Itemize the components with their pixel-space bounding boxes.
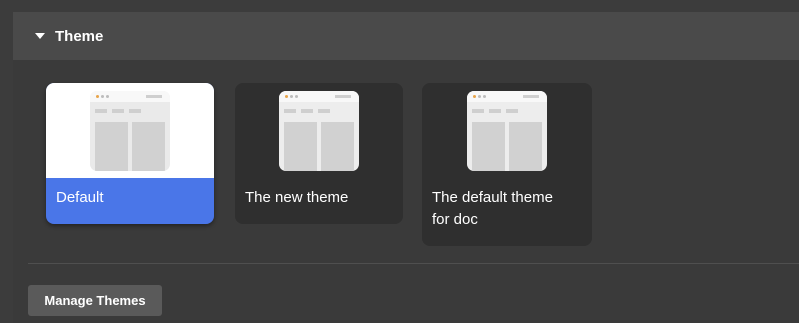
manage-themes-button[interactable]: Manage Themes [28,285,162,316]
theme-preview [235,83,403,178]
divider [28,263,799,264]
theme-name: The default theme for doc [432,189,553,228]
theme-preview [46,83,214,178]
theme-name: Default [56,189,104,206]
theme-name: The new theme [245,189,349,206]
section-title: Theme [55,27,104,45]
theme-card-default[interactable]: Default [46,83,214,224]
theme-section-header[interactable]: Theme [13,12,799,60]
window-thumbnail-icon [90,90,170,171]
theme-preview [422,83,592,178]
window-thumbnail-icon [467,90,547,171]
caret-down-icon[interactable] [35,33,45,39]
theme-panel: Theme Default The new theme The default … [13,12,799,323]
window-thumbnail-icon [279,90,359,171]
theme-card-new[interactable]: The new theme [235,83,403,224]
theme-card-doc[interactable]: The default theme for doc [422,83,592,246]
